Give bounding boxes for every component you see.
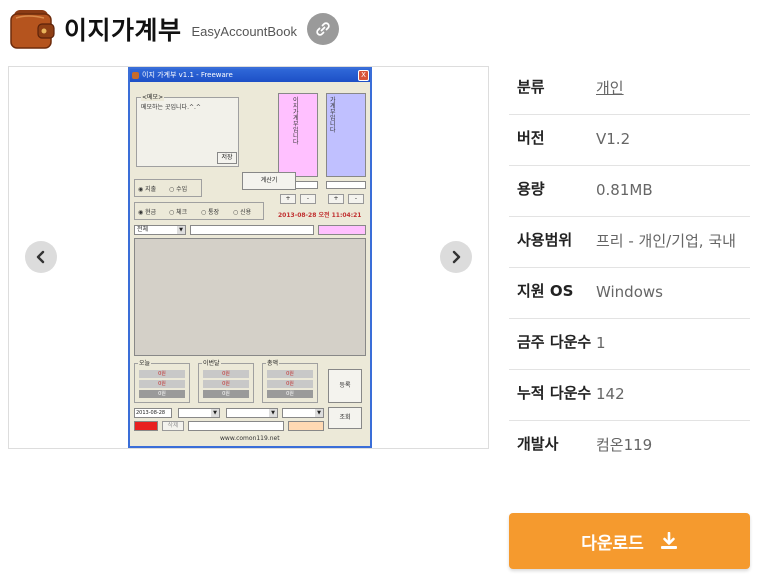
info-row-version: 버전 V1.2	[509, 115, 750, 166]
pink-panel: 이지가계부입니다	[278, 93, 318, 177]
delete-button: 삭제	[162, 421, 184, 431]
info-value: 142	[596, 385, 625, 403]
filter-combo-3: ▼	[282, 408, 324, 418]
date-input: 2013-08-28	[134, 408, 172, 418]
radio-credit: ○ 신용	[233, 209, 252, 216]
info-value: Windows	[596, 283, 663, 301]
filter-combo-1: ▼	[178, 408, 220, 418]
blue-minus-button: -	[348, 194, 364, 204]
info-value: V1.2	[596, 130, 631, 148]
link-icon	[316, 22, 330, 36]
info-key: 사용범위	[517, 231, 573, 249]
download-label: 다운로드	[581, 533, 644, 554]
carousel-prev-button[interactable]	[25, 241, 57, 273]
screenshot-carousel: 이지 가계부 v1.1 - Freeware X <메모> 메모하는 곳입니다.…	[8, 66, 489, 449]
payment-radio-group: ◉ 현금 ○ 체크 ○ 통장 ○ 신용	[134, 202, 264, 220]
radio-check: ○ 체크	[169, 209, 188, 216]
pink-panel-text: 이지가계부입니다	[293, 97, 299, 146]
memo-save-button: 저장	[217, 152, 237, 164]
app-subtitle: EasyAccountBook	[191, 23, 298, 39]
radio-income: ○ 수입	[169, 186, 188, 193]
info-key: 개발사	[517, 435, 559, 453]
info-key: 금주 다운수	[517, 333, 592, 351]
screenshot-datetime: 2013-08-28 오전 11:04:21	[278, 212, 362, 219]
peach-input	[288, 421, 324, 431]
category-combo: 전체 ▼	[134, 225, 186, 235]
radio-cash: ◉ 현금	[138, 209, 157, 216]
info-key: 지원 OS	[517, 282, 574, 300]
radio-bank: ○ 통장	[201, 209, 220, 216]
calculator-button: 계산기	[242, 172, 296, 190]
info-row-developer: 개발사 컴온119	[509, 421, 750, 471]
entry-input	[190, 225, 314, 235]
red-indicator	[134, 421, 158, 431]
blue-panel: 가계부입니다	[326, 93, 366, 177]
info-row-category: 분류 개인	[509, 64, 750, 115]
memo-text: 메모하는 곳입니다.^.^	[141, 104, 201, 111]
note-input	[188, 421, 284, 431]
radio-expense: ◉ 지출	[138, 186, 157, 193]
app-header: 이지가계부 EasyAccountBook	[8, 6, 340, 52]
copy-link-button[interactable]	[307, 13, 340, 45]
chevron-left-icon	[36, 250, 45, 264]
query-button: 조회	[328, 407, 362, 429]
app-screenshot: 이지 가계부 v1.1 - Freeware X <메모> 메모하는 곳입니다.…	[128, 67, 372, 448]
app-title: 이지가계부	[64, 16, 182, 45]
info-row-weekly-downloads: 금주 다운수 1	[509, 319, 750, 370]
info-value: 1	[596, 334, 606, 352]
download-icon	[660, 532, 678, 550]
stat-month: 이번달 0원 0원 0원	[198, 358, 254, 403]
category-link[interactable]: 개인	[596, 77, 750, 100]
stat-today: 오늘 0원 0원 0원	[134, 358, 190, 403]
info-value: 프리 - 개인/기업, 국내	[596, 232, 736, 250]
memo-box: <메모> 메모하는 곳입니다.^.^ 저장	[136, 92, 239, 167]
info-row-license: 사용범위 프리 - 개인/기업, 국내	[509, 217, 750, 268]
info-row-size: 용량 0.81MB	[509, 166, 750, 217]
info-key: 용량	[517, 180, 545, 198]
info-key: 버전	[517, 129, 545, 147]
register-button: 등록	[328, 369, 362, 403]
filter-combo-2: ▼	[226, 408, 278, 418]
blue-input	[326, 181, 366, 189]
carousel-next-button[interactable]	[440, 241, 472, 273]
info-key: 분류	[517, 78, 545, 96]
info-row-total-downloads: 누적 다운수 142	[509, 370, 750, 421]
info-table: 분류 개인 버전 V1.2 용량 0.81MB 사용범위 프리 - 개인/기업,…	[509, 64, 750, 471]
pink-minus-button: -	[300, 194, 316, 204]
entry-list	[134, 238, 366, 356]
chevron-right-icon	[452, 250, 461, 264]
info-value: 컴온119	[596, 436, 653, 454]
amount-input	[318, 225, 366, 235]
download-button[interactable]: 다운로드	[509, 513, 750, 569]
pink-plus-button: +	[280, 194, 296, 204]
screenshot-window-title: 이지 가계부 v1.1 - Freeware	[130, 69, 370, 82]
blue-plus-button: +	[328, 194, 344, 204]
type-radio-group: ◉ 지출 ○ 수입	[134, 179, 202, 197]
stat-total: 총액 0원 0원 0원	[262, 358, 318, 403]
info-key: 누적 다운수	[517, 384, 592, 402]
blue-panel-text: 가계부입니다	[330, 97, 336, 134]
info-row-os: 지원 OS Windows	[509, 268, 750, 319]
wallet-icon	[8, 6, 56, 52]
window-close-icon: X	[358, 70, 369, 81]
info-value: 0.81MB	[596, 181, 653, 199]
memo-legend: <메모>	[141, 92, 165, 101]
window-app-icon	[132, 72, 139, 79]
screenshot-footer: www.comon119.net	[220, 435, 280, 442]
